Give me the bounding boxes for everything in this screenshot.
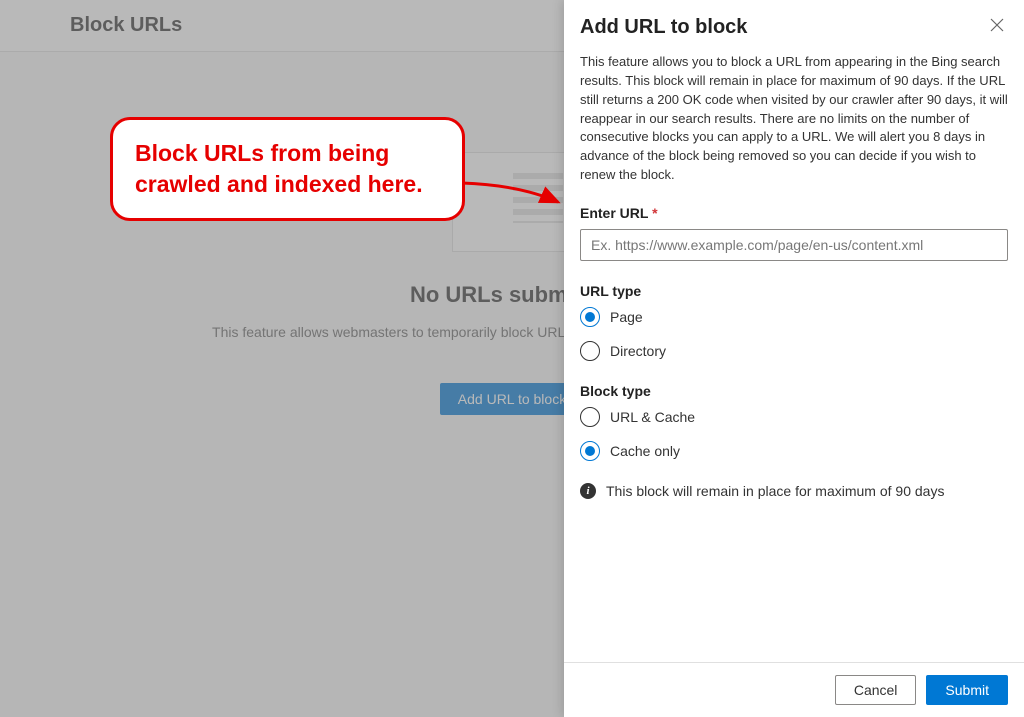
radio-label: URL & Cache [610,409,695,425]
url-type-group: Page Directory [580,307,1008,361]
annotation-callout: Block URLs from being crawled and indexe… [110,117,465,221]
panel-title: Add URL to block [580,16,747,39]
radio-label: Cache only [610,443,680,459]
annotation-arrow-icon [460,180,570,220]
radio-label: Directory [610,343,666,359]
url-type-directory[interactable]: Directory [580,341,1008,361]
info-text: This block will remain in place for maxi… [606,483,944,499]
radio-icon [580,407,600,427]
radio-icon [580,441,600,461]
panel-footer: Cancel Submit [564,662,1024,717]
info-note: i This block will remain in place for ma… [580,483,1008,499]
close-button[interactable] [986,14,1008,41]
radio-label: Page [610,309,643,325]
url-type-label: URL type [580,283,1008,299]
annotation-text: Block URLs from being crawled and indexe… [135,138,440,200]
block-type-label: Block type [580,383,1008,399]
radio-icon [580,307,600,327]
submit-button[interactable]: Submit [926,675,1008,705]
cancel-button[interactable]: Cancel [835,675,917,705]
add-url-panel: Add URL to block This feature allows you… [564,0,1024,717]
url-field-label: Enter URL * [580,205,1008,221]
panel-body: This feature allows you to block a URL f… [564,47,1024,662]
panel-description: This feature allows you to block a URL f… [580,53,1008,185]
block-type-group: URL & Cache Cache only [580,407,1008,461]
required-mark: * [652,205,657,221]
block-type-cache-only[interactable]: Cache only [580,441,1008,461]
url-type-page[interactable]: Page [580,307,1008,327]
info-icon: i [580,483,596,499]
block-type-url-cache[interactable]: URL & Cache [580,407,1008,427]
radio-icon [580,341,600,361]
panel-header: Add URL to block [564,0,1024,47]
close-icon [990,18,1004,32]
url-input[interactable] [580,229,1008,261]
